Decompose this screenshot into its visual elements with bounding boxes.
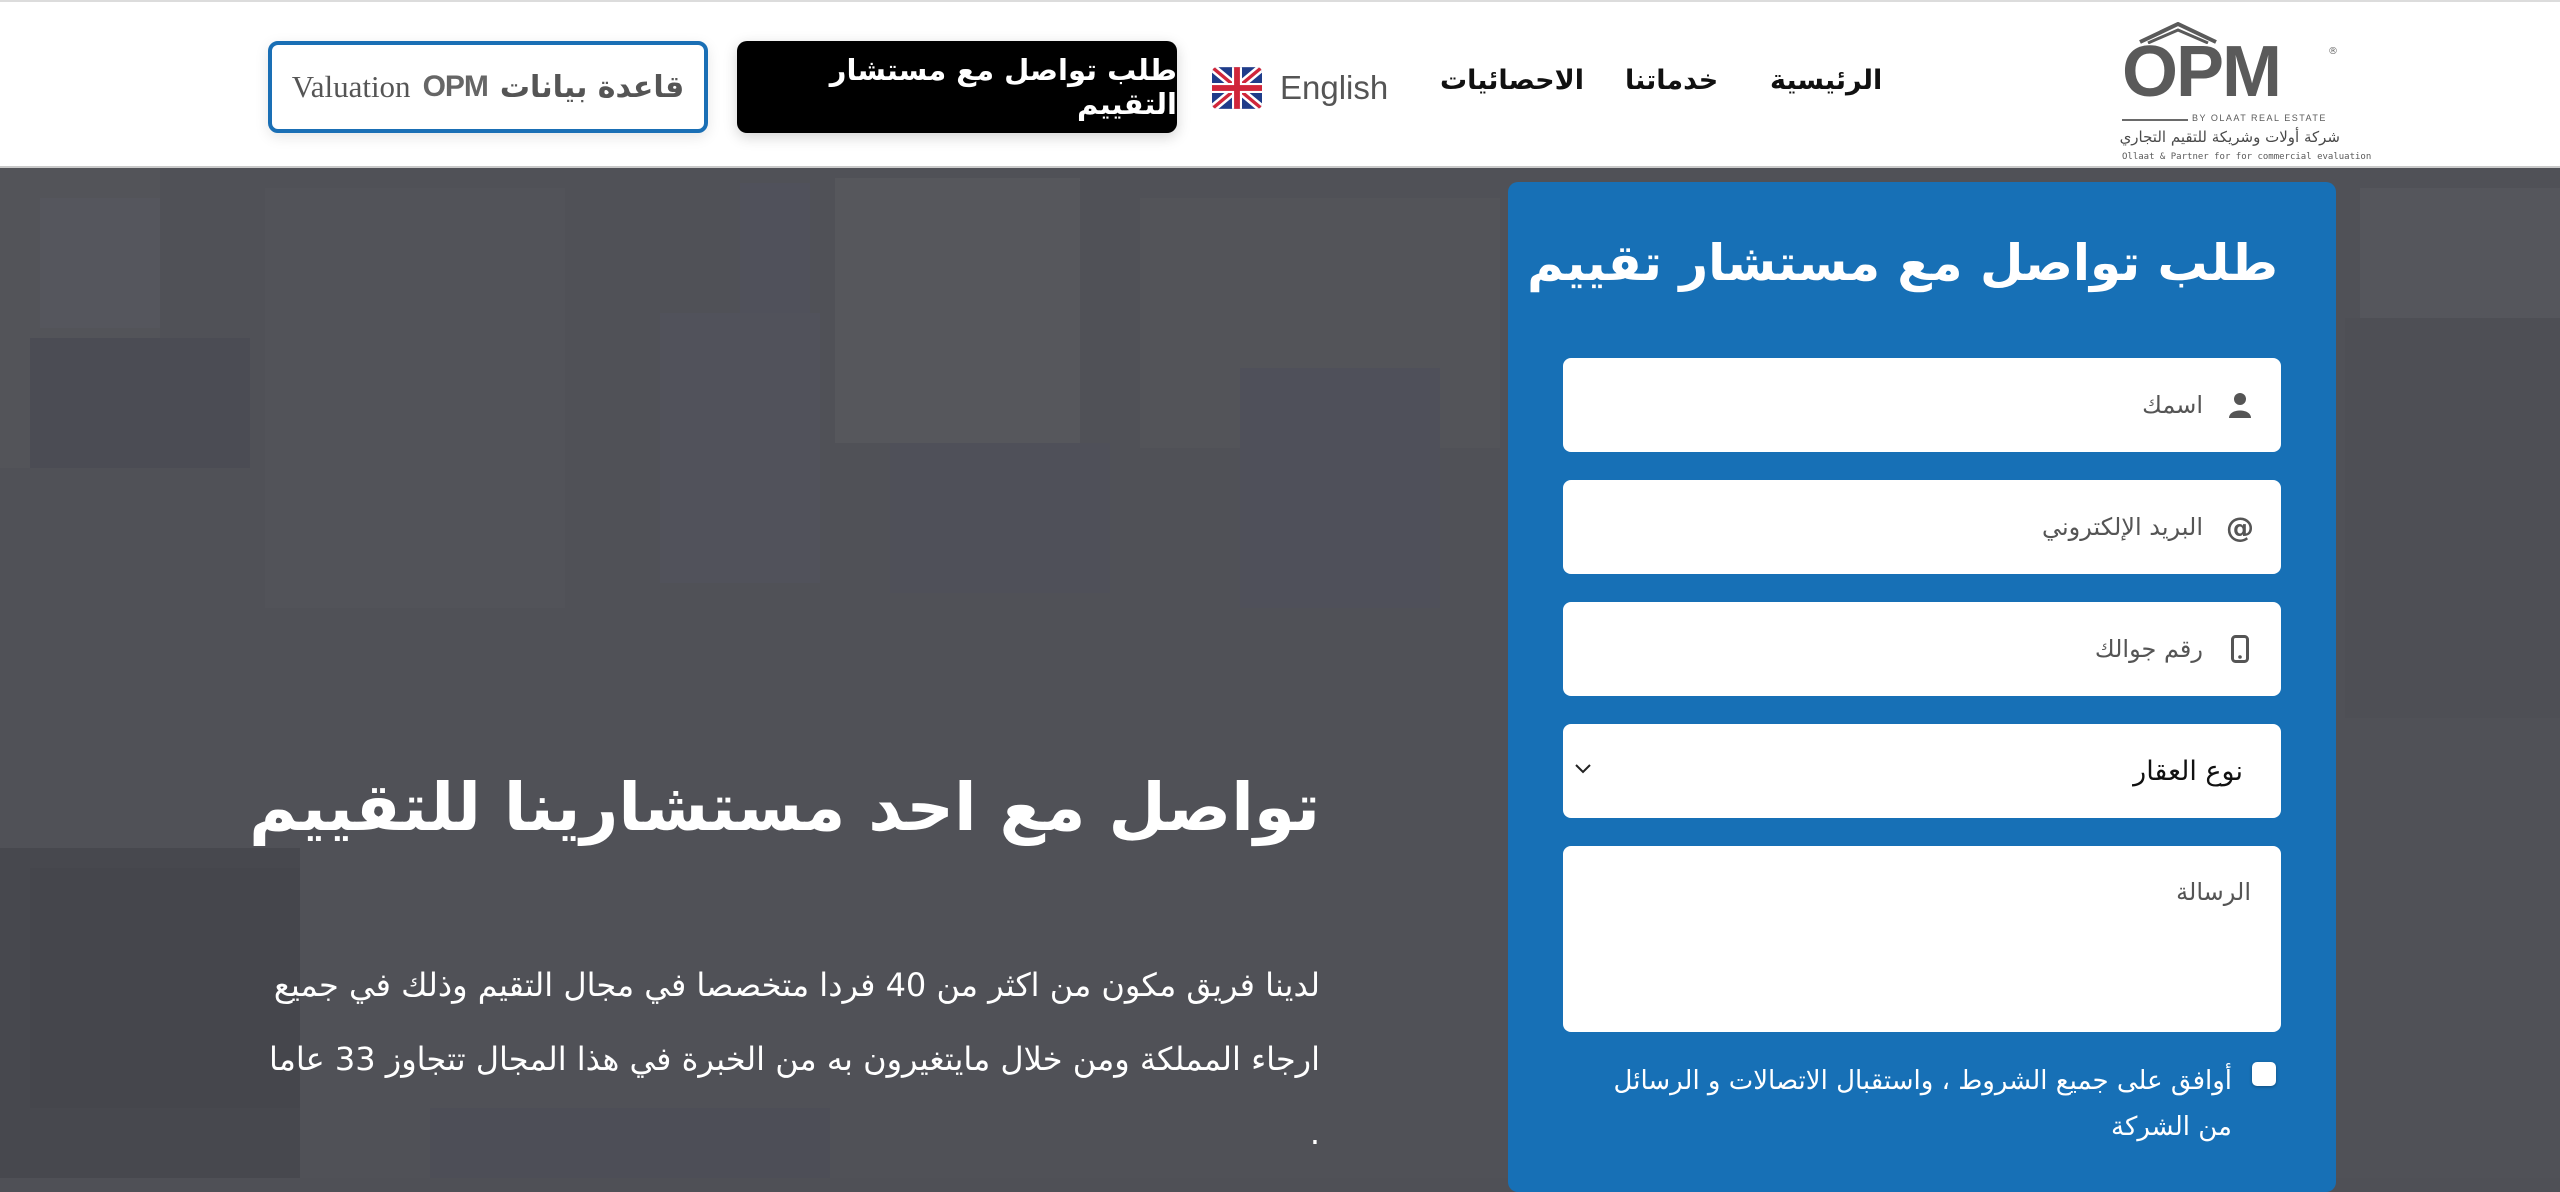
mobile-phone-icon (2225, 634, 2255, 664)
property-type-select[interactable]: نوع العقار (1563, 724, 2281, 818)
phone-field[interactable]: رقم جوالك (1563, 602, 2281, 696)
database-arabic-label: قاعدة بيانات (499, 69, 685, 105)
logo-english-name: Ollaat & Partner for for commercial eval… (2122, 152, 2372, 162)
hero-title: تواصل مع احد مستشارينا للتقييم (249, 769, 1320, 846)
chevron-down-icon (1575, 764, 1591, 774)
name-placeholder: اسمك (2142, 391, 2203, 419)
at-sign-icon: @ (2226, 510, 2254, 544)
bg-tile (265, 188, 565, 608)
nav-item-statistics[interactable]: الاحصائيات (1440, 60, 1584, 100)
nav-item-statistics-label[interactable]: الاحصائيات (1440, 65, 1584, 96)
phone-placeholder: رقم جوالك (2094, 635, 2203, 663)
logo-rule (2122, 119, 2188, 121)
nav-item-services-label[interactable]: خدماتنا (1625, 65, 1718, 96)
database-english-label: Valuation (291, 69, 411, 104)
property-type-value: نوع العقار (2133, 755, 2243, 787)
contact-form-panel: طلب تواصل مع مستشار تقييم اسمك @ البريد … (1508, 182, 2336, 1192)
registered-icon: ® (2328, 46, 2338, 57)
opm-logo[interactable]: OPM ® BY OLAAT REAL ESTATE شركة أولات وش… (2119, 20, 2371, 162)
bg-tile (835, 178, 1080, 443)
logo-byline: BY OLAAT REAL ESTATE (2192, 113, 2327, 123)
bg-tile (2360, 188, 2560, 318)
agree-checkbox[interactable] (2252, 1062, 2276, 1086)
bg-tile (40, 198, 160, 328)
request-consultant-button[interactable]: طلب تواصل مع مستشار التقييم (737, 41, 1177, 133)
user-icon (2225, 390, 2255, 420)
language-label: English (1280, 69, 1389, 106)
name-field[interactable]: اسمك (1563, 358, 2281, 452)
form-title: طلب تواصل مع مستشار تقييم (1527, 234, 2278, 292)
valuation-database-button[interactable]: Valuation OPM قاعدة بيانات (268, 41, 708, 133)
email-placeholder: البريد الإلكتروني (2041, 513, 2203, 541)
agree-label: أوافق على جميع الشروط ، واستقبال الاتصال… (1613, 1066, 2232, 1142)
bg-tile (740, 183, 810, 313)
database-brand-label: OPM (422, 70, 489, 103)
nav-item-home[interactable]: الرئيسية (1770, 60, 1882, 100)
bg-tile (30, 338, 250, 468)
message-textarea[interactable]: الرسالة (1563, 846, 2281, 1032)
language-switcher[interactable]: English (1212, 66, 1388, 110)
bg-tile (890, 443, 1110, 593)
nav-item-services[interactable]: خدماتنا (1625, 60, 1718, 100)
bg-tile (2345, 318, 2560, 718)
logo-arabic-name: شركة أولات وشريكة للتقيم التجاري (2119, 128, 2340, 146)
site-header: OPM ® BY OLAAT REAL ESTATE شركة أولات وش… (0, 2, 2560, 168)
bg-tile (660, 313, 820, 583)
nav-item-home-label[interactable]: الرئيسية (1770, 65, 1882, 96)
hero-paragraph: لدينا فريق مكون من اكثر من 40 فردا متخصص… (268, 966, 1320, 1152)
email-field[interactable]: @ البريد الإلكتروني (1563, 480, 2281, 574)
agree-terms: أوافق على جميع الشروط ، واستقبال الاتصال… (1592, 1058, 2276, 1150)
request-consultant-label: طلب تواصل مع مستشار التقييم (829, 53, 1177, 121)
uk-flag-icon (1212, 67, 1262, 109)
logo-mark: OPM (2122, 32, 2282, 112)
bg-tile (1240, 368, 1440, 608)
message-placeholder: الرسالة (2176, 878, 2251, 906)
